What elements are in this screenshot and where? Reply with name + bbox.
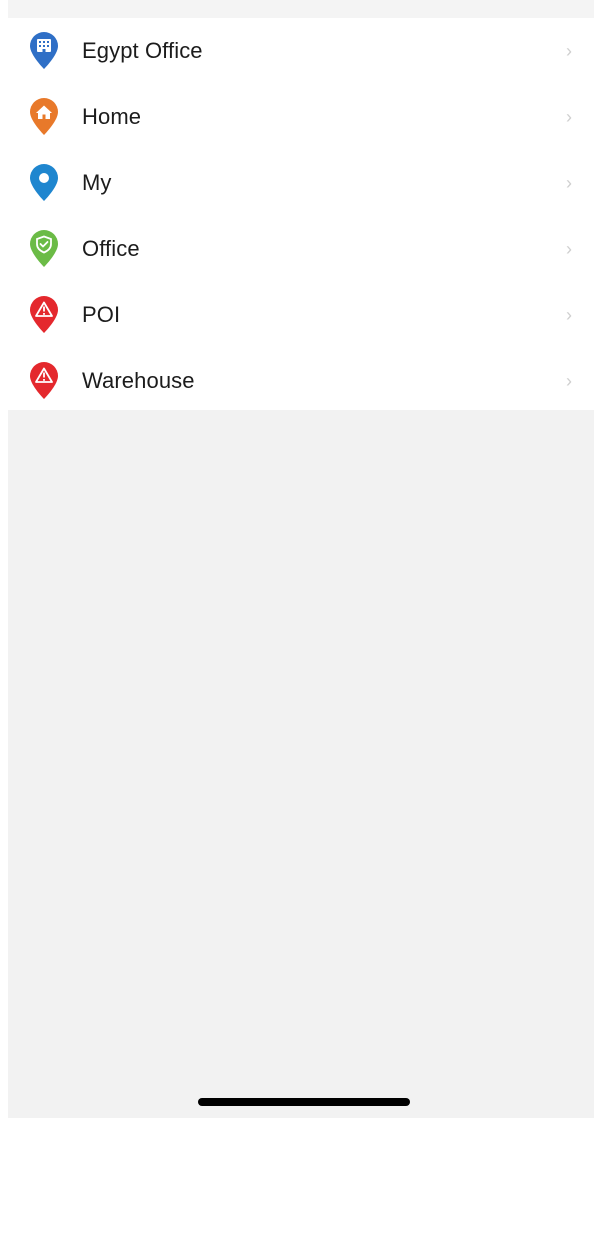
chevron-right-icon: › bbox=[566, 106, 572, 127]
list-item-label: POI bbox=[82, 302, 121, 327]
chevron-right-icon: › bbox=[566, 40, 572, 61]
app-screen: Egypt Office › Home › My › Office › POI … bbox=[8, 0, 594, 1118]
list-item-label: Egypt Office bbox=[82, 38, 203, 63]
list-item-label: My bbox=[82, 170, 112, 195]
list-item-my[interactable]: My › bbox=[8, 150, 594, 216]
chevron-right-icon: › bbox=[566, 238, 572, 259]
shield-pin-icon bbox=[26, 229, 62, 269]
building-pin-icon bbox=[26, 31, 62, 71]
warning-pin-icon bbox=[26, 361, 62, 401]
list-item-label: Home bbox=[82, 104, 142, 129]
list-top-divider bbox=[8, 0, 594, 18]
list-item-warehouse[interactable]: Warehouse › bbox=[8, 348, 594, 414]
list-item-label: Office bbox=[82, 236, 140, 261]
location-pin-icon bbox=[26, 163, 62, 203]
list-item-label: Warehouse bbox=[82, 368, 195, 393]
location-list: Egypt Office › Home › My › Office › POI … bbox=[8, 18, 594, 410]
chevron-right-icon: › bbox=[566, 370, 572, 391]
list-item-egypt-office[interactable]: Egypt Office › bbox=[8, 18, 594, 84]
home-indicator[interactable] bbox=[198, 1098, 410, 1106]
house-pin-icon bbox=[26, 97, 62, 137]
chevron-right-icon: › bbox=[566, 304, 572, 325]
warning-pin-icon bbox=[26, 295, 62, 335]
chevron-right-icon: › bbox=[566, 172, 572, 193]
list-item-office[interactable]: Office › bbox=[8, 216, 594, 282]
list-item-poi[interactable]: POI › bbox=[8, 282, 594, 348]
list-item-home[interactable]: Home › bbox=[8, 84, 594, 150]
